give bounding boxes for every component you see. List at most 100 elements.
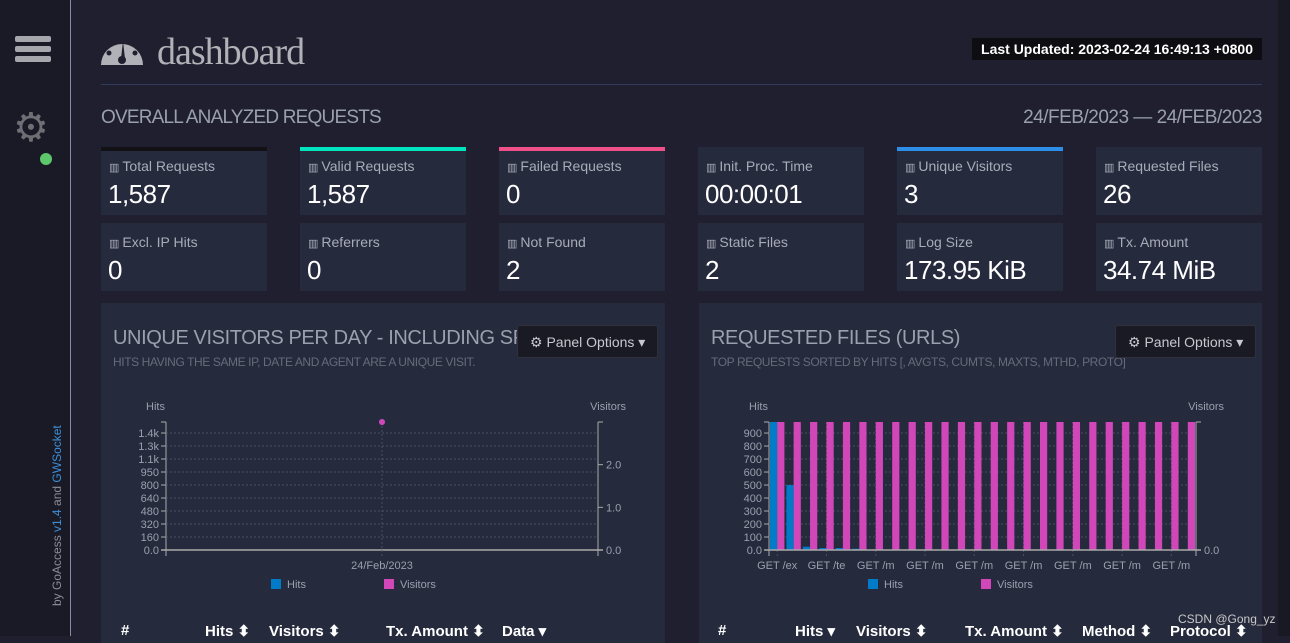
bar-chart-icon: ▥ bbox=[706, 162, 716, 174]
y-tick-label: 1.3k bbox=[138, 441, 159, 453]
table-header-#[interactable]: # bbox=[718, 622, 726, 639]
y-tick-label: 600 bbox=[744, 467, 762, 479]
y-tick-label: 100 bbox=[744, 532, 762, 544]
metric-card: ▥Valid Requests1,587 bbox=[300, 147, 466, 215]
visitors-bar bbox=[1089, 422, 1096, 550]
panel-options-label: Panel Options bbox=[546, 334, 634, 350]
panel-title: UNIQUE VISITORS PER DAY - INCLUDING SPID… bbox=[113, 327, 517, 350]
y-tick-label: 160 bbox=[141, 532, 159, 544]
metric-label: Failed Requests bbox=[520, 158, 621, 174]
visitors-bar bbox=[1056, 422, 1063, 550]
dashboard-gauge-icon bbox=[101, 33, 143, 65]
page-header: dashboard Last Updated: 2023-02-24 16:49… bbox=[101, 30, 1262, 85]
x-tick-label: GET /m bbox=[906, 560, 944, 572]
y2-tick-label: 1.0 bbox=[606, 502, 621, 514]
version-link[interactable]: v1.4 bbox=[50, 509, 64, 532]
y-tick-label: 700 bbox=[744, 454, 762, 466]
gear-icon[interactable]: ⚙ bbox=[13, 108, 49, 148]
panel-title: REQUESTED FILES (URLS) bbox=[711, 327, 960, 350]
column-label: Visitors bbox=[269, 623, 324, 640]
legend-swatch bbox=[271, 579, 281, 589]
bar-chart-icon: ▥ bbox=[308, 238, 318, 250]
visitors-bar bbox=[826, 422, 833, 550]
bar-chart-icon: ▥ bbox=[109, 162, 119, 174]
x-tick-label: 24/Feb/2023 bbox=[351, 560, 413, 572]
y-tick-label: 800 bbox=[744, 441, 762, 453]
date-range: 24/FEB/2023 — 24/FEB/2023 bbox=[1023, 107, 1262, 129]
metric-value: 00:00:01 bbox=[705, 179, 802, 210]
y-tick-label: 400 bbox=[744, 493, 762, 505]
metric-label: Referrers bbox=[321, 234, 379, 250]
visitors-bar bbox=[1007, 422, 1014, 550]
x-tick-label: GET /m bbox=[1054, 560, 1092, 572]
x-tick-label: GET /m bbox=[857, 560, 895, 572]
bar-chart-icon: ▥ bbox=[308, 162, 318, 174]
column-label: Data bbox=[502, 623, 535, 640]
visitors-bar bbox=[1155, 422, 1162, 550]
metric-value: 34.74 MiB bbox=[1103, 255, 1216, 286]
visitors-bar bbox=[1024, 422, 1031, 550]
metric-value: 26 bbox=[1103, 179, 1131, 210]
metric-label: Tx. Amount bbox=[1117, 234, 1188, 250]
y-tick-label: 200 bbox=[744, 519, 762, 531]
hits-bar bbox=[786, 485, 793, 550]
x-tick-label: GET /m bbox=[955, 560, 993, 572]
x-tick-label: GET /ex bbox=[757, 560, 798, 572]
table-header-#[interactable]: # bbox=[121, 622, 129, 639]
y2-tick-label: 2.0 bbox=[606, 460, 621, 472]
column-label: Method bbox=[1082, 623, 1135, 640]
visitors-bar bbox=[909, 422, 916, 550]
bar-chart-icon: ▥ bbox=[1104, 162, 1114, 174]
visitors-bar bbox=[1188, 422, 1195, 550]
visitors-bar bbox=[794, 422, 801, 550]
table-header-data[interactable]: Data ▾ bbox=[502, 622, 546, 640]
bar-chart-icon: ▥ bbox=[507, 238, 517, 250]
credit-text: by GoAccess v1.4 and GWSocket bbox=[50, 425, 64, 606]
table-header-tx-amount[interactable]: Tx. Amount ⬍ bbox=[965, 622, 1064, 640]
requests-chart: HitsVisitors0.01002003004005006007008009… bbox=[699, 390, 1262, 610]
visitors-bar bbox=[1122, 422, 1129, 550]
gwsocket-link[interactable]: GWSocket bbox=[50, 425, 64, 482]
legend-swatch bbox=[384, 579, 394, 589]
visitors-bar bbox=[1139, 422, 1146, 550]
metric-value: 2 bbox=[705, 255, 719, 286]
table-header-tx-amount[interactable]: Tx. Amount ⬍ bbox=[386, 622, 485, 640]
y-tick-label: 320 bbox=[141, 519, 159, 531]
visitors-bar bbox=[1040, 422, 1047, 550]
table-header-visitors[interactable]: Visitors ⬍ bbox=[856, 622, 928, 640]
table-header-method[interactable]: Method ⬍ bbox=[1082, 622, 1152, 640]
watermark: CSDN @Gong_yz bbox=[1178, 612, 1276, 626]
metric-label: Valid Requests bbox=[321, 158, 414, 174]
bar-chart-icon: ▥ bbox=[706, 238, 716, 250]
hamburger-menu-icon[interactable] bbox=[15, 36, 51, 66]
card-accent-bar bbox=[101, 147, 267, 151]
y-tick-label: 300 bbox=[744, 506, 762, 518]
x-tick-label: GET /m bbox=[1005, 560, 1043, 572]
bar-chart-icon: ▥ bbox=[109, 238, 119, 250]
panel-subtitle: TOP REQUESTS SORTED BY HITS [, AVGTS, CU… bbox=[711, 355, 1125, 369]
y2-axis-label: Visitors bbox=[590, 401, 626, 413]
metric-value: 173.95 KiB bbox=[904, 255, 1026, 286]
scrollbar[interactable] bbox=[1278, 0, 1290, 636]
metric-card: ▥Requested Files26 bbox=[1096, 147, 1262, 215]
panel-options-button[interactable]: ⚙ Panel Options ▾ bbox=[1115, 325, 1256, 358]
card-accent-bar bbox=[897, 147, 1063, 151]
y2-tick-label: 0.0 bbox=[606, 545, 621, 557]
card-accent-bar bbox=[499, 147, 665, 151]
visitors-bar bbox=[958, 422, 965, 550]
last-updated-badge: Last Updated: 2023-02-24 16:49:13 +0800 bbox=[972, 38, 1262, 60]
table-header-visitors[interactable]: Visitors ⬍ bbox=[269, 622, 341, 640]
y-tick-label: 500 bbox=[744, 480, 762, 492]
visitors-bar bbox=[859, 422, 866, 550]
metric-value: 2 bbox=[506, 255, 520, 286]
legend-label-hits: Hits bbox=[884, 579, 903, 591]
metric-label: Unique Visitors bbox=[918, 158, 1012, 174]
table-header-hits[interactable]: Hits ▾ bbox=[795, 622, 835, 640]
panel-options-button[interactable]: ⚙ Panel Options ▾ bbox=[517, 325, 658, 358]
table-header-hits[interactable]: Hits ⬍ bbox=[205, 622, 250, 640]
y-tick-label: 1.4k bbox=[138, 428, 159, 440]
metric-label: Not Found bbox=[520, 234, 585, 250]
visitors-bar bbox=[1171, 422, 1178, 550]
metric-card: ▥Static Files2 bbox=[698, 223, 864, 291]
y-tick-label: 900 bbox=[744, 428, 762, 440]
